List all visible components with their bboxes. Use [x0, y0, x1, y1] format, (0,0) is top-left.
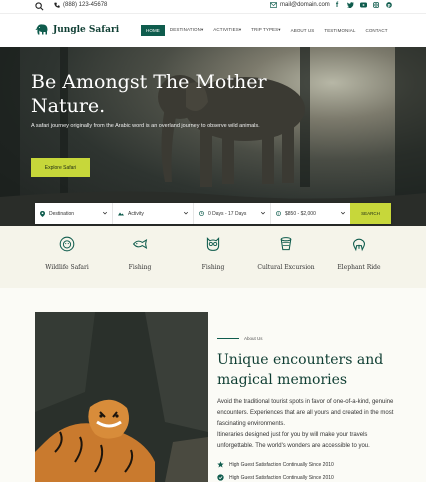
owl-icon [206, 237, 220, 251]
about-text: Avoid the traditional tourist spots in f… [217, 397, 397, 452]
svg-text:$: $ [278, 212, 280, 216]
search-button[interactable]: SEARCH [350, 203, 391, 224]
activity-label: Fishing [201, 264, 225, 271]
top-bar: (888) 123-45678 mail@domain.com f p [0, 0, 426, 14]
section-kicker: About Us [217, 336, 263, 341]
chevron-down-icon [260, 211, 266, 215]
search-icon[interactable] [35, 2, 44, 11]
activities-strip: Wildlife Safari Fishing Fishing Cultural… [0, 226, 426, 288]
nav-about-us[interactable]: ABOUT US [286, 25, 320, 36]
activity-label: Elephant Ride [337, 264, 381, 271]
nav-trip-types[interactable]: TRIP TYPES▾ [246, 24, 285, 36]
price-label: $850 - $2,000 [285, 210, 316, 217]
star-icon [217, 461, 224, 468]
instagram-icon[interactable] [373, 2, 379, 10]
chevron-down-icon [340, 211, 346, 215]
nav-contact[interactable]: CONTACT [360, 25, 392, 36]
feature-text: High Guest Satisfaction Continually Sinc… [229, 461, 334, 468]
social-links: f p [334, 2, 392, 10]
pinterest-icon[interactable]: p [386, 2, 392, 10]
chevron-down-icon [183, 211, 189, 215]
nav-destination-label: DESTINATION [169, 27, 201, 32]
elephant-logo-icon [35, 24, 48, 35]
activity-icon [118, 212, 124, 216]
duration-select[interactable]: 0 Days - 17 Days [194, 203, 271, 224]
kicker-divider [217, 338, 239, 339]
nav-trip-types-label: TRIP TYPES [251, 27, 279, 32]
about-title: Unique encounters and magical memories [217, 352, 384, 388]
activity-label: Activity [128, 210, 144, 217]
about-paragraph-1: Avoid the traditional tourist spots in f… [217, 399, 394, 427]
youtube-icon[interactable] [360, 2, 367, 10]
nav-activities[interactable]: ACTIVITIES▾ [208, 24, 246, 36]
activity-wildlife-safari[interactable]: Wildlife Safari [37, 236, 97, 271]
drum-icon [280, 237, 292, 251]
site-header: Jungle Safari HOME DESTINATION▾ ACTIVITI… [0, 14, 426, 47]
activity-cultural-excursion[interactable]: Cultural Excursion [256, 236, 316, 271]
tiger-photo [35, 312, 208, 482]
activity-label: Wildlife Safari [45, 264, 89, 271]
location-pin-icon [40, 210, 45, 217]
trip-search-bar: Destination Activity 0 Days - 17 Days $ … [35, 203, 391, 224]
svg-text:p: p [388, 3, 391, 8]
fish-icon [132, 238, 148, 250]
about-section: About Us Unique encounters and magical m… [0, 288, 426, 482]
price-icon: $ [276, 211, 281, 216]
feature-item: High Guest Satisfaction Continually Sinc… [217, 461, 334, 468]
phone-contact[interactable]: (888) 123-45678 [54, 2, 107, 8]
clock-icon [199, 211, 204, 216]
hero-title: Be Amongst The Mother Nature. [31, 71, 267, 117]
facebook-icon[interactable]: f [334, 2, 340, 10]
feature-text: High Guest Satisfaction Continually Sinc… [229, 474, 334, 481]
check-circle-icon [217, 474, 224, 481]
hero-banner: Be Amongst The Mother Nature. A safari j… [0, 47, 426, 226]
phone-number[interactable]: (888) 123-45678 [63, 2, 107, 8]
main-nav: HOME DESTINATION▾ ACTIVITIES▾ TRIP TYPES… [141, 24, 393, 36]
mail-icon [270, 2, 277, 8]
activity-elephant-ride[interactable]: Elephant Ride [329, 236, 389, 271]
activity-fishing-2[interactable]: Fishing [183, 236, 243, 271]
brand-logo[interactable]: Jungle Safari [35, 24, 119, 35]
hero-description: A safari journey originally from the Ara… [31, 123, 260, 129]
duration-label: 0 Days - 17 Days [208, 210, 247, 217]
nav-home[interactable]: HOME [141, 24, 165, 36]
chevron-down-icon [102, 211, 108, 215]
activity-select[interactable]: Activity [113, 203, 194, 224]
nav-activities-label: ACTIVITIES [213, 27, 239, 32]
destination-label: Destination [49, 210, 75, 217]
activity-fishing[interactable]: Fishing [110, 236, 170, 271]
nav-destination[interactable]: DESTINATION▾ [165, 24, 208, 36]
tiger-image [35, 312, 208, 482]
twitter-icon[interactable] [347, 2, 354, 10]
destination-select[interactable]: Destination [35, 203, 113, 224]
nav-testimonial[interactable]: TESTIMONIAL [319, 25, 360, 36]
email-contact[interactable]: mail@domain.com [270, 2, 330, 8]
brand-name: Jungle Safari [53, 24, 120, 35]
about-paragraph-2: Itineraries designed just for you by wil… [217, 432, 370, 449]
price-select[interactable]: $ $850 - $2,000 [271, 203, 350, 224]
email-address[interactable]: mail@domain.com [280, 2, 330, 8]
feature-item: High Guest Satisfaction Continually Sinc… [217, 474, 334, 481]
activity-label: Cultural Excursion [257, 264, 315, 271]
phone-icon [54, 2, 60, 8]
elephant-icon [353, 238, 365, 252]
kicker-text: About Us [244, 336, 263, 341]
activity-label: Fishing [128, 264, 152, 271]
lion-icon [59, 236, 75, 252]
explore-safari-button[interactable]: Explore Safari [31, 158, 90, 177]
